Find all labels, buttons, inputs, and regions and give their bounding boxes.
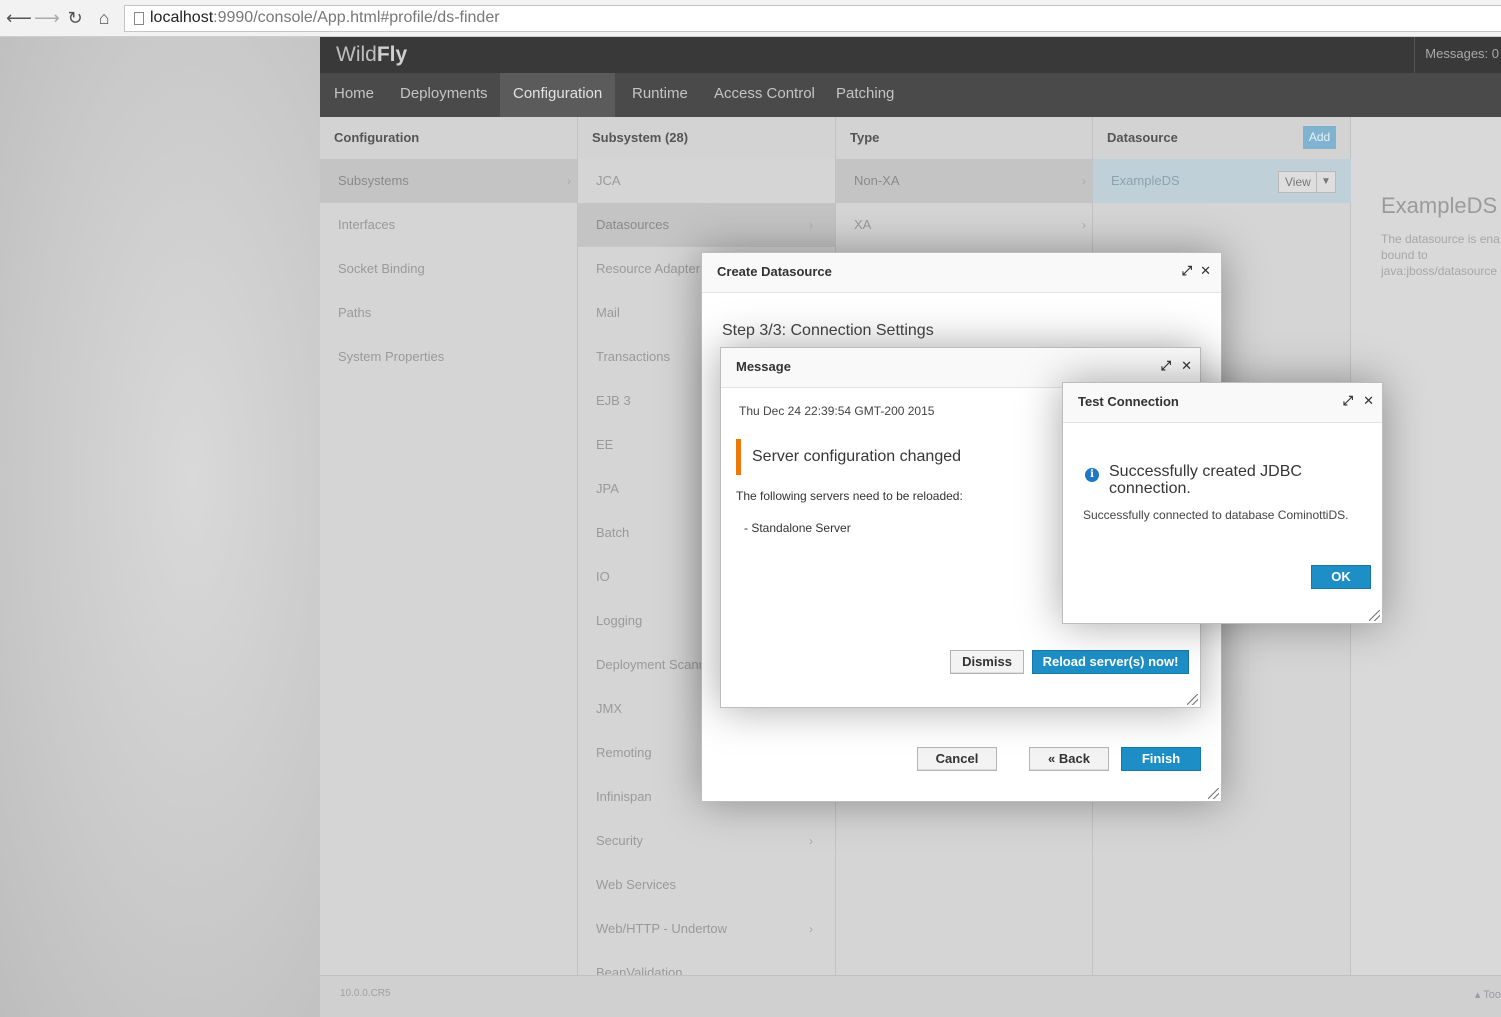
list-item-xa[interactable]: XA › bbox=[836, 203, 1092, 247]
add-button[interactable]: Add bbox=[1303, 126, 1336, 149]
list-item[interactable]: JCA bbox=[578, 159, 835, 203]
nav-deployments[interactable]: Deployments bbox=[400, 73, 488, 117]
configuration-column: Configuration Subsystems › Interfaces Soc… bbox=[320, 117, 578, 975]
list-item-socket-binding[interactable]: Socket Binding bbox=[320, 247, 577, 291]
caret-down-icon[interactable]: ▼ bbox=[1316, 172, 1335, 192]
tools-link[interactable]: ▴ Too bbox=[1475, 988, 1501, 1001]
datasource-row[interactable]: ExampleDS View ▼ bbox=[1093, 159, 1351, 203]
list-item[interactable]: Web/HTTP - Undertow › bbox=[578, 907, 835, 951]
dialog-title: Create Datasource bbox=[717, 264, 832, 279]
message-date: Thu Dec 24 22:39:54 GMT-200 2015 bbox=[739, 404, 935, 418]
chevron-right-icon: › bbox=[809, 922, 813, 936]
close-icon[interactable]: ✕ bbox=[1181, 358, 1192, 374]
resize-grip[interactable] bbox=[1208, 788, 1219, 799]
chevron-right-icon: › bbox=[567, 174, 571, 188]
chevron-right-icon: › bbox=[809, 834, 813, 848]
server-list-item: - Standalone Server bbox=[744, 521, 851, 535]
url-text: localhost:9990/console/App.html#profile/… bbox=[150, 9, 500, 26]
step-title: Step 3/3: Connection Settings bbox=[722, 322, 934, 339]
browser-toolbar: ⟵ ⟶ ↻ ⌂ localhost:9990/console/App.html#… bbox=[0, 0, 1501, 37]
finish-button[interactable]: Finish bbox=[1121, 747, 1201, 771]
close-icon[interactable]: ✕ bbox=[1363, 393, 1374, 409]
list-item-non-xa[interactable]: Non-XA › bbox=[836, 159, 1092, 203]
list-item-subsystems[interactable]: Subsystems › bbox=[320, 159, 577, 203]
info-icon: i bbox=[1085, 468, 1099, 482]
home-icon[interactable]: ⌂ bbox=[93, 7, 115, 29]
column-header: Type bbox=[836, 117, 1092, 159]
resize-grip[interactable] bbox=[1369, 610, 1380, 621]
dialog-header: Test Connection ⤢ ✕ bbox=[1063, 383, 1382, 423]
list-item-interfaces[interactable]: Interfaces bbox=[320, 203, 577, 247]
back-button[interactable]: « Back bbox=[1029, 747, 1109, 771]
list-item[interactable]: Datasources › bbox=[578, 203, 835, 247]
brand-logo: WildFly bbox=[336, 43, 408, 66]
chevron-right-icon: › bbox=[1082, 174, 1086, 188]
chevron-right-icon: › bbox=[1082, 218, 1086, 232]
back-arrow-icon[interactable]: ⟵ bbox=[6, 7, 32, 29]
column-header: Datasource Add bbox=[1093, 117, 1350, 159]
warning-alert: Server configuration changed bbox=[736, 439, 961, 475]
version-label: 10.0.0.CR5 bbox=[340, 988, 391, 999]
list-item[interactable]: Web Services bbox=[578, 863, 835, 907]
address-bar[interactable]: localhost:9990/console/App.html#profile/… bbox=[124, 5, 1501, 32]
success-heading: Successfully created JDBC connection. bbox=[1109, 463, 1302, 497]
maximize-icon[interactable]: ⤢ bbox=[1182, 263, 1192, 279]
nav-access-control[interactable]: Access Control bbox=[714, 73, 815, 117]
resize-grip[interactable] bbox=[1187, 694, 1198, 705]
page-icon bbox=[134, 12, 144, 25]
chevron-right-icon: › bbox=[809, 218, 813, 232]
cancel-button[interactable]: Cancel bbox=[917, 747, 997, 771]
datasource-name: ExampleDS bbox=[1111, 173, 1180, 188]
nav-patching[interactable]: Patching bbox=[836, 73, 894, 117]
column-header: Configuration bbox=[320, 117, 577, 159]
list-item[interactable]: Security › bbox=[578, 819, 835, 863]
maximize-icon[interactable]: ⤢ bbox=[1343, 393, 1353, 409]
dialog-header: Create Datasource ⤢ ✕ bbox=[702, 253, 1221, 293]
forward-arrow-icon[interactable]: ⟶ bbox=[34, 7, 60, 29]
success-detail: Successfully connected to database Comin… bbox=[1083, 508, 1349, 522]
reload-servers-button[interactable]: Reload server(s) now! bbox=[1032, 650, 1189, 674]
messages-indicator[interactable]: Messages: 0 bbox=[1414, 37, 1501, 73]
ok-button[interactable]: OK bbox=[1311, 565, 1371, 589]
nav-runtime[interactable]: Runtime bbox=[632, 73, 688, 117]
list-item[interactable]: BeanValidation bbox=[578, 951, 835, 975]
column-header: Subsystem (28) bbox=[578, 117, 835, 159]
dismiss-button[interactable]: Dismiss bbox=[950, 650, 1024, 674]
close-icon[interactable]: ✕ bbox=[1200, 263, 1211, 279]
test-connection-dialog: Test Connection ⤢ ✕ i Successfully creat… bbox=[1062, 382, 1383, 624]
footer: 10.0.0.CR5 ▴ Too bbox=[320, 975, 1501, 1017]
top-header: WildFly Messages: 0 bbox=[320, 37, 1501, 73]
detail-description: The datasource is ena bound to java:jbos… bbox=[1381, 232, 1500, 278]
nav-home[interactable]: Home bbox=[334, 73, 374, 117]
nav-configuration[interactable]: Configuration bbox=[500, 73, 616, 117]
message-text: The following servers need to be reloade… bbox=[736, 489, 963, 503]
detail-title: ExampleDS bbox=[1381, 193, 1498, 218]
list-item-paths[interactable]: Paths bbox=[320, 291, 577, 335]
maximize-icon[interactable]: ⤢ bbox=[1161, 358, 1171, 374]
reload-icon[interactable]: ↻ bbox=[64, 7, 86, 29]
main-nav: Home Deployments Configuration Runtime A… bbox=[320, 73, 1501, 117]
page-background bbox=[0, 37, 320, 1017]
list-item-system-properties[interactable]: System Properties bbox=[320, 335, 577, 379]
dialog-title: Message bbox=[736, 359, 791, 374]
dialog-title: Test Connection bbox=[1078, 394, 1179, 409]
view-button[interactable]: View ▼ bbox=[1278, 171, 1336, 193]
